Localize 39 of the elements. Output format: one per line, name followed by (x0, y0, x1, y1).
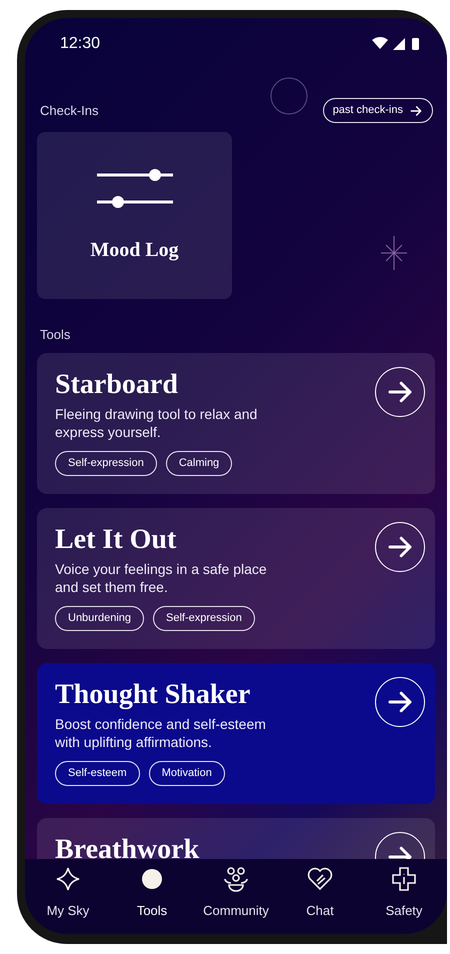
tag: Self-esteem (55, 760, 140, 786)
nav-tab[interactable]: Community (199, 865, 273, 934)
tool-title: Thought Shaker (55, 678, 252, 712)
tag: Self-expression (153, 606, 255, 630)
tag: Motivation (148, 760, 225, 786)
tool-title: Let It Out (55, 522, 178, 556)
tool-card[interactable]: Let It Out Voice your feelings in a safe place and set them free. Unburdening Self-expression (37, 508, 435, 648)
heart-icon (306, 865, 334, 893)
tool-card[interactable]: Starboard Fleeing drawing tool to relax and express yourself. Self-expression Calming (37, 352, 435, 494)
open-button[interactable] (375, 676, 425, 726)
status-time: 12:30 (60, 34, 100, 54)
tool-title: Breathwork (55, 832, 200, 859)
open-button[interactable] (375, 522, 425, 572)
mood-log-card[interactable]: Mood Log (37, 132, 232, 299)
mood-log-title: Mood Log (90, 238, 179, 262)
sliders-icon (94, 166, 174, 208)
tool-card[interactable]: Thought Shaker Boost confidence and self-esteem with uplifting affirmations. Self-esteem Motivation (37, 662, 435, 804)
tool-description: Boost confidence and self-esteem with uplifting affirmations. (55, 714, 267, 750)
nav-tab[interactable]: Safety (367, 865, 441, 934)
tag: Unburdening (55, 606, 144, 630)
past-check-ins-link[interactable]: past check-ins (322, 98, 433, 123)
nav-tab[interactable]: My Sky (31, 865, 105, 934)
sparkle-icon (54, 865, 82, 893)
tool-description: Voice your feelings in a safe place and set them free. (55, 560, 268, 596)
decorative-circle (269, 76, 309, 116)
people-icon (222, 865, 250, 893)
section-heading: Tools (39, 326, 72, 344)
section-heading: Check-Ins (40, 102, 99, 120)
nav-tab[interactable]: Chat (283, 865, 357, 934)
arrow-icon (409, 104, 423, 118)
status-icons (371, 36, 421, 52)
cross-icon (390, 865, 418, 893)
tag: Calming (166, 450, 232, 476)
nav-tab[interactable]: Tools (115, 865, 189, 934)
tag: Self-expression (55, 450, 157, 476)
tool-description: Fleeing drawing tool to relax and express yourself. (55, 404, 258, 440)
sparkle-icon (381, 236, 407, 270)
tool-title: Starboard (55, 368, 179, 402)
open-button[interactable] (375, 366, 425, 416)
